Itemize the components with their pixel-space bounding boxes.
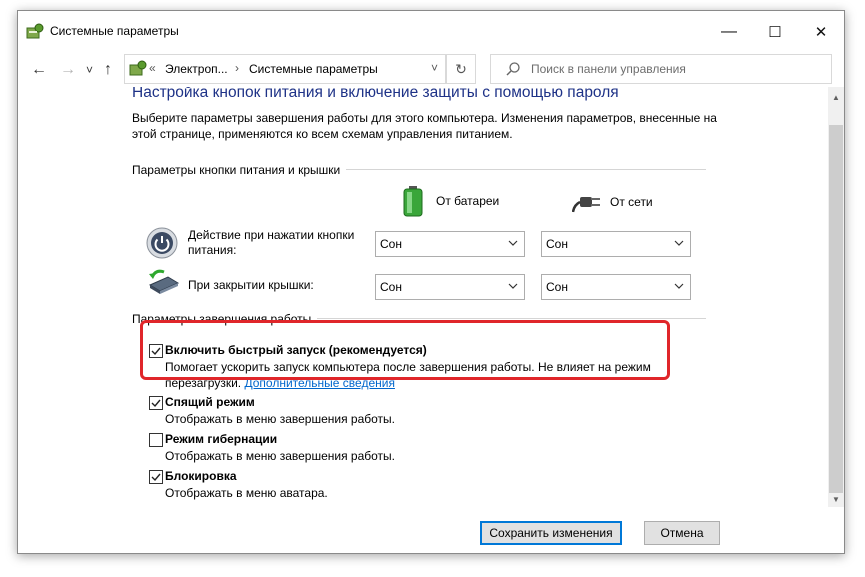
checkmark-icon <box>151 399 161 408</box>
lock-description: Отображать в меню аватара. <box>165 486 328 500</box>
chevron-down-icon <box>674 240 684 246</box>
control-panel-icon <box>26 23 44 39</box>
selected-value: Сон <box>546 237 568 251</box>
power-plug-icon <box>572 197 600 213</box>
scrollbar-thumb[interactable] <box>829 125 843 493</box>
breadcrumb-separator: › <box>235 61 239 75</box>
cancel-button[interactable]: Отмена <box>644 521 720 545</box>
battery-column-header: От батареи <box>402 185 499 217</box>
hibernate-title: Режим гибернации <box>165 432 278 446</box>
lid-close-action-label: При закрытии крышки: <box>188 278 314 292</box>
forward-arrow-icon[interactable]: → <box>60 61 76 79</box>
selected-value: Сон <box>380 237 402 251</box>
lock-title: Блокировка <box>165 469 237 483</box>
sleep-description: Отображать в меню завершения работы. <box>165 412 396 426</box>
vertical-scrollbar[interactable]: ▲ ▼ <box>828 87 844 507</box>
control-panel-window: Системные параметры — ☐ ✕ ← → ˅ ↑ « Элек… <box>17 10 845 554</box>
ac-column-header: От сети <box>572 191 653 213</box>
lock-checkbox[interactable] <box>149 470 163 484</box>
footer: Сохранить изменения Отмена <box>18 507 844 553</box>
sleep-title: Спящий режим <box>165 395 255 409</box>
address-bar[interactable]: « Электроп... › Системные параметры ˅ <box>124 54 446 84</box>
search-box[interactable]: Поиск в панели управления <box>490 54 832 84</box>
page-title: Настройка кнопок питания и включение защ… <box>132 87 619 101</box>
hibernate-checkbox[interactable] <box>149 433 163 447</box>
up-arrow-icon[interactable]: ↑ <box>104 61 112 79</box>
lid-close-ac-select[interactable]: Сон <box>541 274 691 300</box>
recent-locations-icon[interactable]: ˅ <box>86 63 93 77</box>
window-title: Системные параметры <box>50 24 179 38</box>
save-changes-button[interactable]: Сохранить изменения <box>480 521 622 545</box>
power-button-icon <box>146 227 178 259</box>
title-bar: Системные параметры — ☐ ✕ <box>18 11 844 53</box>
fast-startup-highlight <box>140 320 670 380</box>
navigation-bar: ← → ˅ ↑ « Электроп... › Системные параме… <box>18 53 844 87</box>
address-dropdown-icon[interactable]: ˅ <box>431 61 438 75</box>
sleep-checkbox[interactable] <box>149 396 163 410</box>
selected-value: Сон <box>546 280 568 294</box>
laptop-lid-icon <box>148 269 180 294</box>
battery-column-label: От батареи <box>436 194 500 208</box>
breadcrumb-power-options[interactable]: Электроп... <box>165 62 228 76</box>
power-button-action-label: Действие при нажатии кнопки питания: <box>188 228 355 257</box>
main-content: Настройка кнопок питания и включение защ… <box>18 87 828 507</box>
close-button[interactable]: ✕ <box>798 11 844 53</box>
search-icon <box>506 62 520 76</box>
chevron-down-icon <box>508 240 518 246</box>
scroll-up-icon[interactable]: ▲ <box>828 89 844 105</box>
hibernate-description: Отображать в меню завершения работы. <box>165 449 396 463</box>
control-panel-icon <box>129 60 147 76</box>
back-arrow-icon[interactable]: ← <box>31 61 47 79</box>
search-input[interactable]: Поиск в панели управления <box>531 62 686 76</box>
refresh-button[interactable]: ↻ <box>446 54 476 84</box>
minimize-button[interactable]: — <box>706 11 752 53</box>
power-buttons-group-label: Параметры кнопки питания и крышки <box>132 163 347 177</box>
ac-column-label: От сети <box>610 195 653 209</box>
checkmark-icon <box>151 473 161 482</box>
breadcrumb-overflow[interactable]: « <box>149 61 156 75</box>
page-description: Выберите параметры завершения работы для… <box>132 111 717 141</box>
power-button-ac-select[interactable]: Сон <box>541 231 691 257</box>
power-button-battery-select[interactable]: Сон <box>375 231 525 257</box>
selected-value: Сон <box>380 280 402 294</box>
breadcrumb-system-settings[interactable]: Системные параметры <box>249 62 378 76</box>
chevron-down-icon <box>674 283 684 289</box>
lid-close-battery-select[interactable]: Сон <box>375 274 525 300</box>
scroll-down-icon[interactable]: ▼ <box>828 491 844 507</box>
battery-icon <box>403 186 423 217</box>
chevron-down-icon <box>508 283 518 289</box>
maximize-button[interactable]: ☐ <box>752 11 798 53</box>
